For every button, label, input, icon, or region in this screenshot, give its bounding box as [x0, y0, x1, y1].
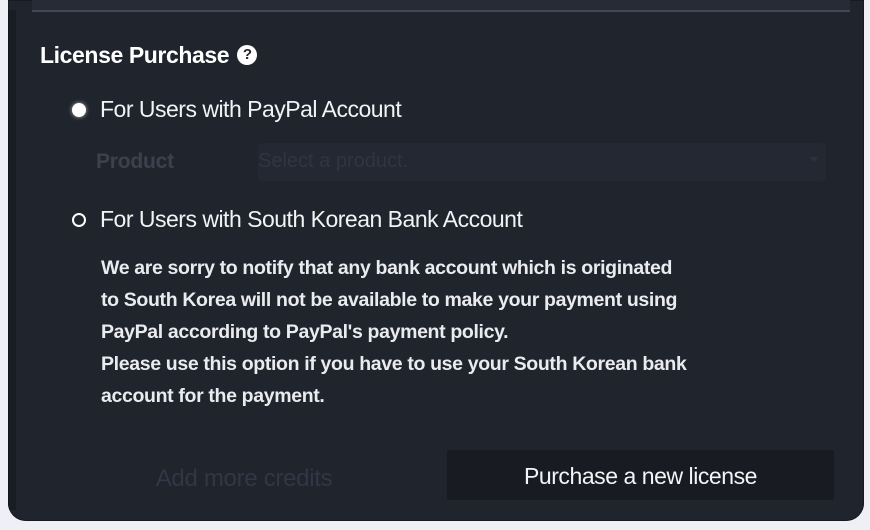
- license-purchase-title: License Purchase: [40, 42, 230, 68]
- help-icon[interactable]: ?: [237, 44, 258, 65]
- product-row: Product Select a product.: [96, 143, 826, 181]
- chevron-down-icon: [810, 157, 818, 162]
- license-purchase-heading-row: License Purchase ?: [40, 42, 258, 69]
- notice-line-5: account for the payment.: [101, 385, 325, 407]
- add-more-credits-button[interactable]: Add more credits: [129, 458, 359, 500]
- paypal-option[interactable]: For Users with PayPal Account: [72, 96, 402, 123]
- south-korea-bank-radio[interactable]: [72, 212, 86, 227]
- notice-line-3: PayPal according to PayPal's payment pol…: [101, 321, 509, 343]
- paypal-radio[interactable]: [72, 102, 86, 117]
- south-korea-bank-option[interactable]: For Users with South Korean Bank Account: [72, 206, 523, 233]
- product-placeholder: Select a product.: [258, 150, 409, 172]
- notice-line-2: to South Korea will not be available to …: [101, 289, 678, 311]
- purchase-new-license-button[interactable]: Purchase a new license: [447, 450, 834, 500]
- top-panel: [32, 0, 850, 12]
- paypal-option-label: For Users with PayPal Account: [100, 96, 402, 122]
- left-edge: [8, 10, 16, 510]
- south-korea-notice: We are sorry to notify that any bank acc…: [101, 252, 836, 412]
- license-purchase-dialog: License Purchase ? For Users with PayPal…: [8, 0, 864, 521]
- product-select[interactable]: Select a product.: [258, 143, 826, 181]
- notice-line-1: We are sorry to notify that any bank acc…: [101, 257, 673, 279]
- action-bar: Add more credits Purchase a new license: [8, 447, 864, 503]
- product-label: Product: [96, 150, 174, 173]
- south-korea-bank-option-label: For Users with South Korean Bank Account: [100, 206, 523, 232]
- notice-line-4: Please use this option if you have to us…: [101, 353, 687, 375]
